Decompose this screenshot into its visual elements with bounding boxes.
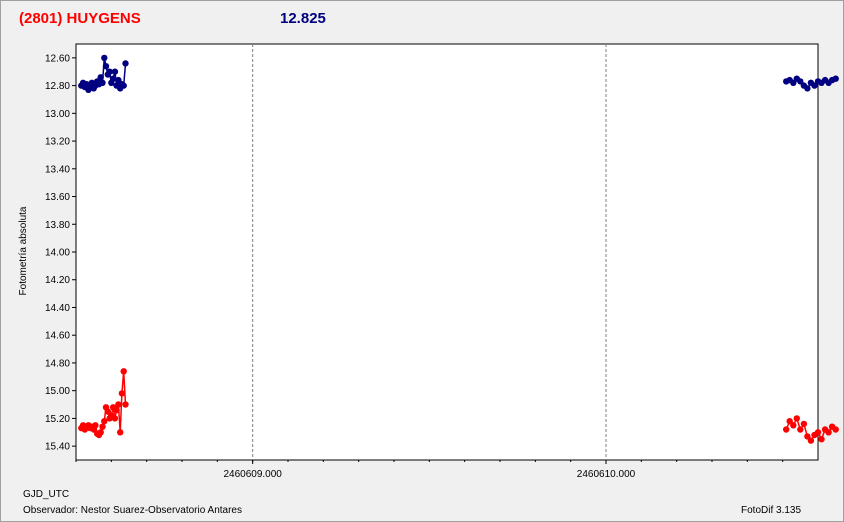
y-tick-label: 13.60: [45, 192, 70, 203]
data-point[interactable]: [97, 74, 104, 81]
y-tick-label: 14.00: [45, 248, 70, 259]
x-axis-name: GJD_UTC: [23, 489, 70, 500]
data-point[interactable]: [814, 429, 822, 436]
data-point[interactable]: [800, 420, 808, 428]
data-point[interactable]: [99, 423, 106, 430]
data-point[interactable]: [117, 429, 124, 436]
y-tick-label: 12.80: [45, 81, 70, 92]
data-point[interactable]: [111, 68, 119, 75]
x-tick-label: 2460610.000: [577, 469, 636, 480]
data-point[interactable]: [115, 401, 122, 408]
data-point[interactable]: [807, 437, 815, 444]
y-tick-label: 14.60: [45, 331, 70, 342]
y-axis: 12.60 12.80 13.00 13.20 13.40 13.60 13.80 14.00…: [45, 53, 76, 453]
data-point[interactable]: [825, 429, 832, 436]
data-point[interactable]: [122, 401, 129, 408]
y-tick-label: 13.80: [45, 220, 70, 231]
y-tick-label: 13.20: [45, 137, 70, 148]
x-axis: 2460609.000 2460610.000: [75, 460, 784, 480]
plot-area: [75, 43, 819, 461]
observer-label: Observador: Nestor Suarez-Observatorio A…: [23, 505, 242, 516]
y-tick-label: 12.60: [45, 53, 70, 64]
data-point[interactable]: [111, 415, 119, 422]
y-tick-label: 15.00: [45, 386, 70, 397]
y-tick-label: 14.40: [45, 303, 70, 314]
data-point[interactable]: [832, 75, 839, 82]
data-point[interactable]: [118, 390, 126, 397]
data-point[interactable]: [793, 415, 800, 422]
x-tick-label: 2460609.000: [223, 469, 282, 480]
data-point[interactable]: [101, 54, 108, 62]
data-point[interactable]: [113, 406, 120, 414]
software-label: FotoDif 3.135: [741, 505, 802, 516]
data-point[interactable]: [122, 60, 129, 67]
data-point[interactable]: [120, 368, 127, 375]
y-tick-label: 13.00: [45, 109, 70, 120]
data-point[interactable]: [832, 426, 839, 433]
data-point[interactable]: [120, 82, 127, 89]
y-tick-label: 14.80: [45, 358, 70, 369]
data-point[interactable]: [797, 426, 804, 433]
y-tick-label: 14.20: [45, 275, 70, 286]
data-point[interactable]: [790, 422, 797, 429]
data-point[interactable]: [92, 422, 99, 429]
data-point[interactable]: [102, 62, 110, 70]
chart[interactable]: 12.60 12.80 13.00 13.20 13.40 13.60 13.80 14.00…: [1, 1, 843, 521]
y-tick-label: 13.40: [45, 164, 70, 175]
y-tick-label: 15.20: [45, 414, 70, 425]
data-point[interactable]: [97, 429, 104, 436]
data-point[interactable]: [99, 79, 106, 87]
y-tick-label: 15.40: [45, 442, 70, 453]
y-axis-label: Fotometría absoluta: [18, 206, 29, 295]
window-frame: (2801) HUYGENS 12.825 12.60 12.80 13.00 13.…: [0, 0, 844, 522]
data-point[interactable]: [783, 426, 790, 433]
data-point[interactable]: [818, 436, 825, 443]
data-point[interactable]: [804, 85, 811, 92]
